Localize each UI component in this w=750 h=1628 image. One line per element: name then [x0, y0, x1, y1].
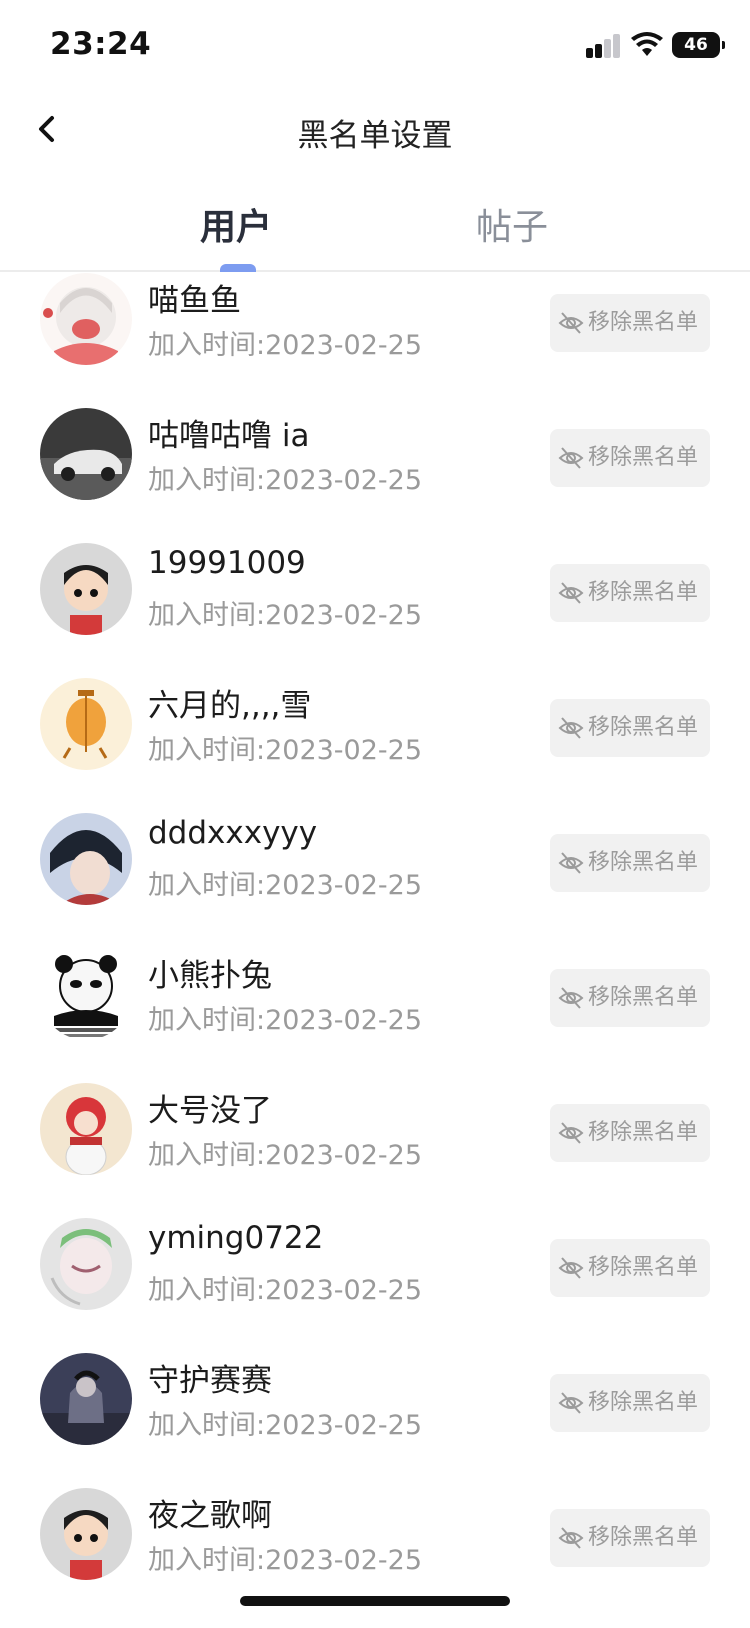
- list-item: 咕噜咕噜 ia 加入时间:2023-02-25 移除黑名单: [0, 408, 750, 548]
- remove-blacklist-button[interactable]: 移除黑名单: [550, 969, 710, 1027]
- eye-slash-icon: [558, 852, 584, 874]
- eye-slash-icon: [558, 312, 584, 334]
- remove-blacklist-button[interactable]: 移除黑名单: [550, 294, 710, 352]
- eye-slash-icon: [558, 1257, 584, 1279]
- added-time: 加入时间:2023-02-25: [148, 465, 423, 496]
- remove-blacklist-label: 移除黑名单: [588, 850, 699, 875]
- added-time: 加入时间:2023-02-25: [148, 1275, 423, 1306]
- remove-blacklist-button[interactable]: 移除黑名单: [550, 1374, 710, 1432]
- added-time: 加入时间:2023-02-25: [148, 1005, 423, 1036]
- user-name: 大号没了: [148, 1093, 272, 1129]
- user-name: dddxxxyyy: [148, 815, 318, 851]
- remove-blacklist-button[interactable]: 移除黑名单: [550, 834, 710, 892]
- user-name: 咕噜咕噜 ia: [148, 418, 310, 454]
- added-time: 加入时间:2023-02-25: [148, 1410, 423, 1441]
- avatar[interactable]: [40, 813, 132, 905]
- added-time: 加入时间:2023-02-25: [148, 1140, 423, 1171]
- battery-icon: 46: [672, 32, 725, 58]
- page-title: 黑名单设置: [297, 118, 453, 154]
- remove-blacklist-label: 移除黑名单: [588, 445, 699, 470]
- user-name: 喵鱼鱼: [148, 283, 241, 319]
- avatar[interactable]: [40, 678, 132, 770]
- remove-blacklist-button[interactable]: 移除黑名单: [550, 1509, 710, 1567]
- eye-slash-icon: [558, 447, 584, 469]
- remove-blacklist-label: 移除黑名单: [588, 1120, 699, 1145]
- tab-bar: 用户 帖子: [0, 180, 750, 272]
- list-item: 大号没了 加入时间:2023-02-25 移除黑名单: [0, 1083, 750, 1223]
- eye-slash-icon: [558, 1122, 584, 1144]
- avatar[interactable]: [40, 1488, 132, 1580]
- avatar[interactable]: [40, 1218, 132, 1310]
- user-name: 夜之歌啊: [148, 1498, 272, 1534]
- eye-slash-icon: [558, 717, 584, 739]
- added-time: 加入时间:2023-02-25: [148, 1545, 423, 1576]
- avatar[interactable]: [40, 1353, 132, 1445]
- list-item: 喵鱼鱼 加入时间:2023-02-25 移除黑名单: [0, 273, 750, 413]
- remove-blacklist-button[interactable]: 移除黑名单: [550, 1239, 710, 1297]
- remove-blacklist-button[interactable]: 移除黑名单: [550, 429, 710, 487]
- status-bar: 23:24 46: [0, 0, 750, 92]
- added-time: 加入时间:2023-02-25: [148, 330, 423, 361]
- remove-blacklist-button[interactable]: 移除黑名单: [550, 1104, 710, 1162]
- remove-blacklist-label: 移除黑名单: [588, 985, 699, 1010]
- remove-blacklist-label: 移除黑名单: [588, 1255, 699, 1280]
- tab-active-indicator: [220, 264, 256, 272]
- avatar[interactable]: [40, 1083, 132, 1175]
- list-item: 19991009 加入时间:2023-02-25 移除黑名单: [0, 543, 750, 683]
- status-time: 23:24: [50, 26, 152, 62]
- remove-blacklist-label: 移除黑名单: [588, 1390, 699, 1415]
- remove-blacklist-label: 移除黑名单: [588, 310, 699, 335]
- user-name: 19991009: [148, 545, 306, 581]
- avatar[interactable]: [40, 948, 132, 1040]
- list-item: dddxxxyyy 加入时间:2023-02-25 移除黑名单: [0, 813, 750, 953]
- added-time: 加入时间:2023-02-25: [148, 600, 423, 631]
- remove-blacklist-button[interactable]: 移除黑名单: [550, 699, 710, 757]
- avatar[interactable]: [40, 273, 132, 365]
- list-item: 六月的,,,,雪 加入时间:2023-02-25 移除黑名单: [0, 678, 750, 818]
- wifi-icon: [630, 32, 664, 58]
- added-time: 加入时间:2023-02-25: [148, 870, 423, 901]
- signal-icon: [586, 34, 622, 58]
- tab-posts[interactable]: 帖子: [476, 198, 552, 250]
- added-time: 加入时间:2023-02-25: [148, 735, 423, 766]
- remove-blacklist-label: 移除黑名单: [588, 580, 699, 605]
- remove-blacklist-button[interactable]: 移除黑名单: [550, 564, 710, 622]
- user-name: 小熊扑兔: [148, 958, 272, 994]
- list-item: 小熊扑兔 加入时间:2023-02-25 移除黑名单: [0, 948, 750, 1088]
- user-name: yming0722: [148, 1220, 324, 1256]
- eye-slash-icon: [558, 1527, 584, 1549]
- avatar[interactable]: [40, 543, 132, 635]
- list-item: 夜之歌啊 加入时间:2023-02-25 移除黑名单: [0, 1488, 750, 1628]
- avatar[interactable]: [40, 408, 132, 500]
- eye-slash-icon: [558, 582, 584, 604]
- eye-slash-icon: [558, 987, 584, 1009]
- user-name: 六月的,,,,雪: [148, 688, 312, 724]
- list-item: 守护赛赛 加入时间:2023-02-25 移除黑名单: [0, 1353, 750, 1493]
- user-name: 守护赛赛: [148, 1363, 272, 1399]
- list-item: yming0722 加入时间:2023-02-25 移除黑名单: [0, 1218, 750, 1358]
- remove-blacklist-label: 移除黑名单: [588, 715, 699, 740]
- remove-blacklist-label: 移除黑名单: [588, 1525, 699, 1550]
- nav-bar: 黑名单设置: [0, 92, 750, 174]
- eye-slash-icon: [558, 1392, 584, 1414]
- tab-users[interactable]: 用户: [200, 198, 276, 250]
- home-indicator[interactable]: [240, 1596, 510, 1606]
